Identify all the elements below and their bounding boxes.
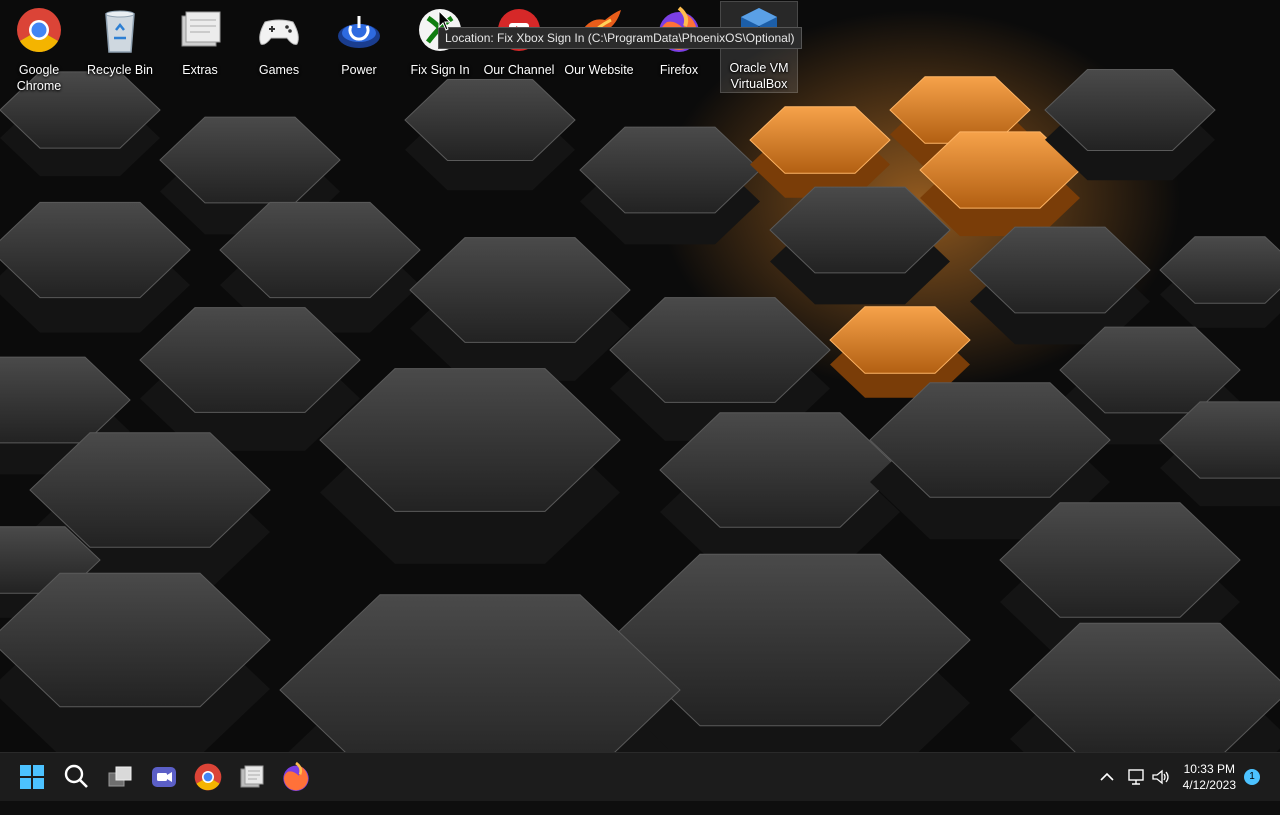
desktop-icon-label: Extras — [182, 63, 218, 77]
taskbar: 10:33 PM 4/12/2023 1 — [0, 752, 1280, 801]
desktop-icon-label: Our Website — [564, 63, 634, 77]
teams-chat-button[interactable] — [148, 761, 180, 793]
desktop-icon-label: Power — [341, 63, 377, 77]
icon-location-tooltip: Location: Fix Xbox Sign In (C:\ProgramDa… — [438, 27, 802, 49]
desktop-icon-label: Google Chrome — [16, 63, 62, 93]
desktop-icon-label: Recycle Bin — [87, 63, 153, 77]
desktop-icon-label: Oracle VM VirtualBox — [729, 61, 789, 91]
desktop-icon-extras[interactable]: Extras — [162, 4, 238, 78]
task-view-icon — [108, 766, 132, 787]
desktop-icon-recycle-bin[interactable]: Recycle Bin — [82, 4, 158, 78]
chrome-icon — [194, 763, 222, 791]
chrome-icon — [15, 6, 63, 54]
desktop-icon-games[interactable]: Games — [241, 4, 317, 78]
folder-icon — [176, 6, 224, 54]
desktop-icon-area: Google Chrome Recycle Bin Extras Games P… — [0, 0, 820, 100]
speaker-icon — [1152, 769, 1169, 785]
firefox-icon — [283, 761, 309, 791]
windows-start-icon — [20, 765, 44, 789]
clock-date: 4/12/2023 — [1182, 778, 1236, 792]
desktop-icon-label: Fix Sign In — [410, 63, 470, 77]
notification-badge[interactable]: 1 — [1244, 769, 1260, 785]
mouse-cursor-icon — [438, 10, 452, 31]
file-explorer-button[interactable] — [236, 761, 268, 793]
firefox-taskbar-button[interactable] — [280, 761, 312, 793]
clock-button[interactable]: 10:33 PM 4/12/2023 — [1183, 761, 1236, 793]
teams-chat-icon — [152, 767, 176, 787]
search-button[interactable] — [60, 761, 92, 793]
network-button[interactable] — [1126, 767, 1146, 815]
start-button[interactable] — [16, 761, 48, 793]
chrome-taskbar-button[interactable] — [192, 761, 224, 793]
chevron-up-icon — [1100, 772, 1114, 781]
gamepad-icon — [255, 6, 303, 54]
desktop-icon-google-chrome[interactable]: Google Chrome — [1, 4, 77, 94]
power-icon — [335, 6, 383, 54]
desktop-icon-label: Firefox — [659, 63, 699, 77]
clock-time: 10:33 PM — [1183, 762, 1235, 776]
search-icon — [64, 764, 88, 788]
network-icon — [1128, 769, 1144, 785]
task-view-button[interactable] — [104, 761, 136, 793]
recycle-bin-icon — [96, 6, 144, 54]
desktop-icon-label: Our Channel — [483, 63, 555, 77]
desktop-icon-label: Games — [258, 63, 300, 77]
file-explorer-icon — [240, 765, 264, 788]
volume-button[interactable] — [1151, 767, 1171, 815]
show-hidden-icons-button[interactable] — [1098, 767, 1116, 815]
desktop-icon-power[interactable]: Power — [321, 4, 397, 78]
desktop-wallpaper — [0, 0, 1280, 752]
